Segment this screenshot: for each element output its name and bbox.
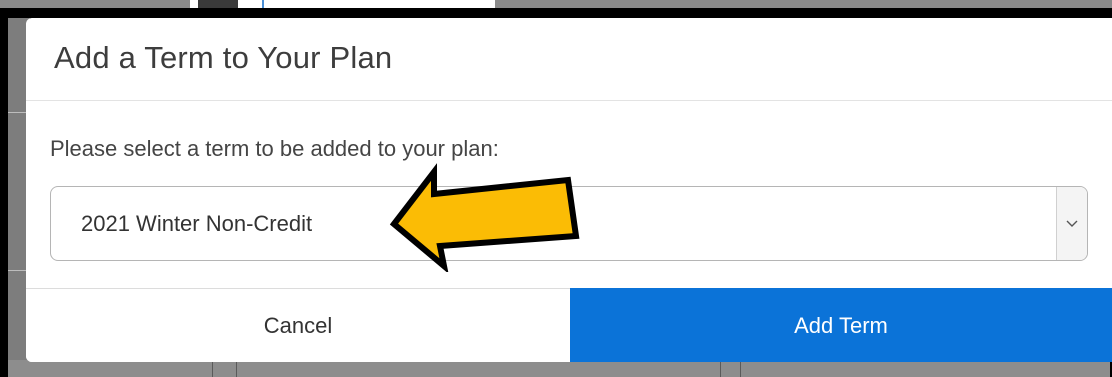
background-bottom-divider: [236, 360, 237, 377]
modal-footer: Cancel Add Term: [26, 288, 1112, 362]
chevron-down-icon: [1066, 220, 1078, 227]
modal-title: Add a Term to Your Plan: [54, 40, 393, 75]
arrow-left-icon: [389, 163, 580, 272]
screenshot: Add a Term to Your Plan Please select a …: [0, 0, 1112, 377]
cancel-button[interactable]: Cancel: [26, 289, 570, 362]
add-term-button[interactable]: Add Term: [570, 288, 1112, 362]
modal-header-divider: [26, 100, 1112, 101]
background-bottom-divider: [212, 360, 213, 377]
term-select-label: Please select a term to be added to your…: [50, 136, 499, 161]
background-bottom-divider: [720, 360, 721, 377]
term-select-value: 2021 Winter Non-Credit: [81, 211, 313, 236]
background-bottom-divider: [740, 360, 741, 377]
select-caret-button[interactable]: [1056, 187, 1087, 260]
background-bottom-strip: [8, 360, 1110, 377]
